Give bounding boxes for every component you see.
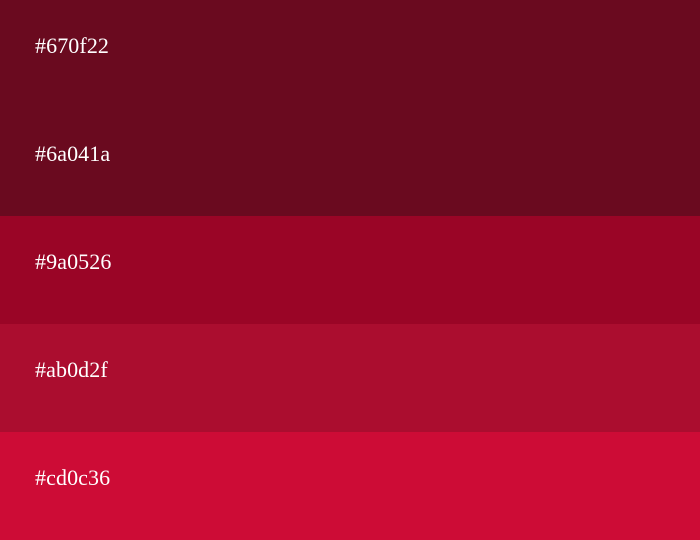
swatch-hex-label: #cd0c36 bbox=[35, 465, 111, 490]
color-swatch-5[interactable]: #cd0c36 bbox=[0, 432, 700, 540]
color-palette: #670f22 #6a041a #9a0526 #ab0d2f #cd0c36 bbox=[0, 0, 700, 540]
color-swatch-2[interactable]: #6a041a bbox=[0, 108, 700, 216]
swatch-hex-label: #670f22 bbox=[35, 33, 110, 58]
color-swatch-1[interactable]: #670f22 bbox=[0, 0, 700, 108]
color-swatch-3[interactable]: #9a0526 bbox=[0, 216, 700, 324]
swatch-hex-label: #ab0d2f bbox=[35, 357, 108, 382]
color-swatch-4[interactable]: #ab0d2f bbox=[0, 324, 700, 432]
swatch-hex-label: #6a041a bbox=[35, 141, 111, 166]
swatch-hex-label: #9a0526 bbox=[35, 249, 112, 274]
